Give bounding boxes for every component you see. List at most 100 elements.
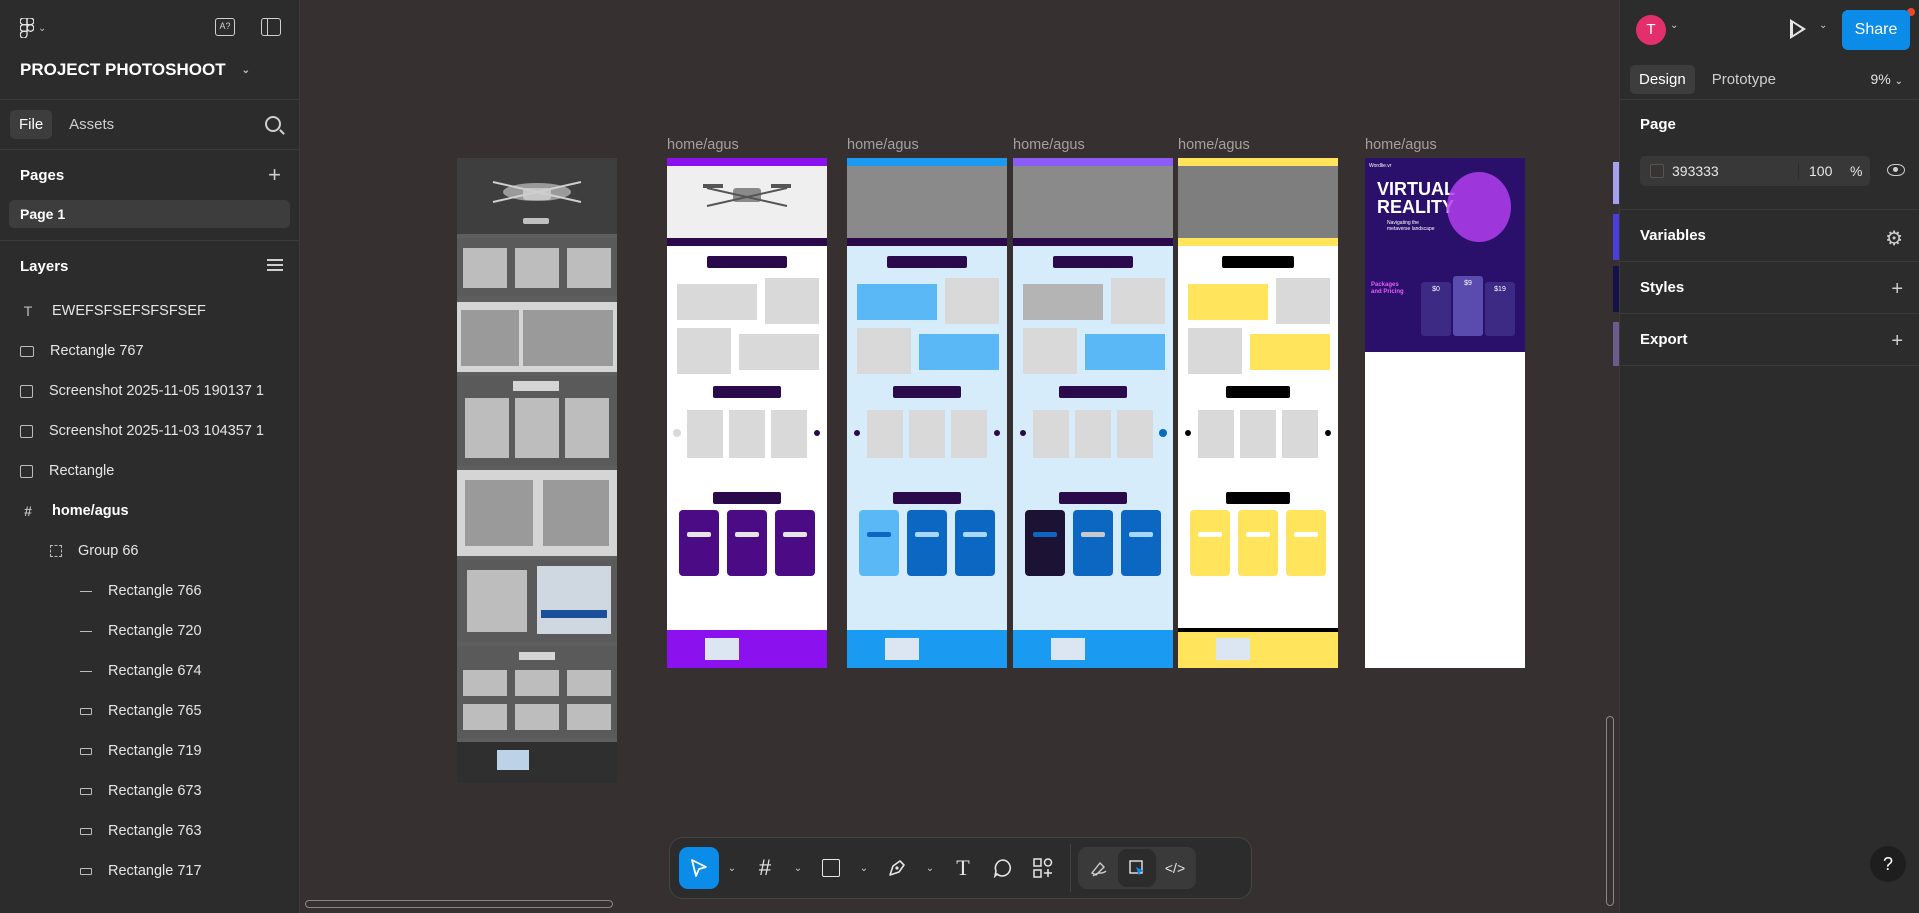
layer-item[interactable]: Rectangle 766 bbox=[0, 571, 299, 611]
layer-item[interactable]: Rectangle 763 bbox=[0, 811, 299, 851]
avatar[interactable]: T bbox=[1636, 15, 1666, 45]
layer-item[interactable]: Rectangle 767 bbox=[0, 331, 299, 371]
design-mode-button[interactable] bbox=[1118, 849, 1156, 887]
text-icon: T bbox=[956, 855, 970, 880]
project-name-button[interactable]: PROJECT PHOTOSHOOT ⌄ bbox=[20, 60, 250, 80]
percent-sign: % bbox=[1850, 163, 1863, 179]
sliders-icon[interactable]: ⚙ bbox=[1885, 226, 1903, 251]
chevron-down-icon[interactable]: ⌄ bbox=[785, 863, 811, 874]
present-icon[interactable] bbox=[1790, 19, 1806, 39]
page-section: Page 393333 100 % bbox=[1620, 100, 1919, 210]
wireframe-frame[interactable] bbox=[457, 158, 617, 783]
text-icon: T bbox=[23, 303, 33, 319]
variables-section[interactable]: Variables ⚙ bbox=[1620, 210, 1919, 262]
chevron-down-icon[interactable]: ⌄ bbox=[851, 863, 877, 874]
chevron-down-icon[interactable]: ⌄ bbox=[1670, 20, 1678, 31]
chevron-down-icon: ⌄ bbox=[241, 64, 250, 76]
layer-item[interactable]: Rectangle 719 bbox=[0, 731, 299, 771]
styles-section[interactable]: Styles + bbox=[1620, 262, 1919, 314]
page-section-title: Page bbox=[1640, 116, 1676, 133]
page-color-hex[interactable]: 393333 bbox=[1672, 163, 1719, 179]
tab-prototype[interactable]: Prototype bbox=[1703, 65, 1785, 94]
sidebar-toggle-icon[interactable] bbox=[261, 18, 281, 36]
frame-tool-button[interactable]: # bbox=[745, 847, 785, 889]
layer-label: Rectangle 767 bbox=[50, 343, 144, 359]
move-tool-button[interactable] bbox=[679, 847, 719, 889]
help-button[interactable]: ? bbox=[1870, 846, 1906, 882]
drone-image bbox=[492, 181, 582, 203]
frame-label[interactable]: home/agus bbox=[1013, 137, 1085, 153]
layer-item[interactable]: Screenshot 2025-11-03 104357 1 bbox=[0, 411, 299, 451]
rectangle-icon bbox=[80, 867, 92, 875]
purple-frame[interactable] bbox=[667, 158, 827, 668]
left-panel-tabs: File Assets bbox=[0, 100, 299, 150]
violet-frame[interactable] bbox=[1013, 158, 1173, 668]
pen-tool-button[interactable] bbox=[877, 847, 917, 889]
page-color-field[interactable]: 393333 100 % bbox=[1640, 156, 1870, 186]
layer-label: Rectangle 765 bbox=[108, 703, 202, 719]
frame-label[interactable]: home/agus bbox=[1365, 137, 1437, 153]
shape-tool-button[interactable] bbox=[811, 847, 851, 889]
rectangle-icon bbox=[80, 707, 92, 715]
layer-item[interactable]: Rectangle 765 bbox=[0, 691, 299, 731]
layer-label: Rectangle bbox=[49, 463, 115, 479]
layer-label: Rectangle 717 bbox=[108, 863, 202, 879]
left-panel: ⌄ A? PROJECT PHOTOSHOOT ⌄ File Assets Pa… bbox=[0, 0, 300, 913]
layer-item[interactable]: # home/agus bbox=[0, 491, 299, 531]
search-icon[interactable] bbox=[265, 116, 281, 132]
rectangle-icon bbox=[80, 827, 92, 835]
text-tool-button[interactable]: T bbox=[943, 847, 983, 889]
dev-mode-button[interactable]: </> bbox=[1156, 849, 1194, 887]
vr-frame[interactable]: Wordlie.vr VIRTUAL REALITY Navigating th… bbox=[1365, 158, 1525, 668]
add-page-icon[interactable]: + bbox=[268, 164, 281, 186]
layer-item[interactable]: Group 66 bbox=[0, 531, 299, 571]
blue-frame[interactable] bbox=[847, 158, 1007, 668]
eye-icon[interactable] bbox=[1887, 164, 1905, 176]
vertical-scrollbar[interactable] bbox=[1606, 716, 1614, 906]
tab-design[interactable]: Design bbox=[1630, 65, 1695, 94]
layers-list-icon[interactable] bbox=[267, 259, 283, 271]
chevron-down-icon[interactable]: ⌄ bbox=[1819, 20, 1827, 31]
tab-file[interactable]: File bbox=[10, 110, 53, 139]
apps-icon bbox=[1033, 858, 1053, 878]
main-menu-button[interactable]: ⌄ bbox=[20, 18, 46, 38]
yellow-frame[interactable] bbox=[1178, 158, 1338, 668]
frame-label[interactable]: home/agus bbox=[847, 137, 919, 153]
share-button[interactable]: Share bbox=[1842, 10, 1910, 50]
page-opacity[interactable]: 100 bbox=[1798, 163, 1832, 179]
add-style-icon[interactable]: + bbox=[1891, 278, 1903, 301]
chevron-down-icon[interactable]: ⌄ bbox=[917, 863, 943, 874]
vr-price: $0 bbox=[1432, 286, 1440, 293]
zoom-dropdown[interactable]: 9% ⌄ bbox=[1870, 71, 1903, 87]
export-section[interactable]: Export + bbox=[1620, 314, 1919, 366]
right-panel-header: T ⌄ ⌄ Share bbox=[1620, 0, 1919, 60]
frame-icon: # bbox=[24, 503, 32, 519]
comment-tool-button[interactable] bbox=[983, 847, 1023, 889]
actions-button[interactable] bbox=[1023, 847, 1063, 889]
layer-item[interactable]: Rectangle 673 bbox=[0, 771, 299, 811]
rectangle-icon bbox=[20, 345, 34, 357]
chevron-down-icon: ⌄ bbox=[38, 22, 47, 34]
chevron-down-icon: ⌄ bbox=[1894, 76, 1903, 87]
draw-mode-button[interactable] bbox=[1080, 849, 1118, 887]
horizontal-scrollbar[interactable] bbox=[305, 900, 613, 908]
page-item[interactable]: Page 1 bbox=[9, 200, 290, 228]
frame-label[interactable]: home/agus bbox=[667, 137, 739, 153]
tab-assets[interactable]: Assets bbox=[60, 110, 123, 139]
layer-item[interactable]: Rectangle 720 bbox=[0, 611, 299, 651]
frame-label[interactable]: home/agus bbox=[1178, 137, 1250, 153]
design-canvas[interactable]: home/agus home/agus home/agus home/agus … bbox=[300, 0, 1620, 913]
rectangle-icon bbox=[80, 747, 92, 755]
layer-item[interactable]: Rectangle 717 bbox=[0, 851, 299, 891]
layer-item[interactable]: Rectangle 674 bbox=[0, 651, 299, 691]
add-export-icon[interactable]: + bbox=[1891, 330, 1903, 353]
chevron-down-icon[interactable]: ⌄ bbox=[719, 863, 745, 874]
layer-item[interactable]: Screenshot 2025-11-05 190137 1 bbox=[0, 371, 299, 411]
layer-item[interactable]: Rectangle bbox=[0, 451, 299, 491]
color-swatch[interactable] bbox=[1650, 164, 1664, 178]
layer-label: EWEFSFSEFSFSFSEF bbox=[52, 303, 206, 319]
rectangle-icon bbox=[80, 787, 92, 795]
layer-item[interactable]: T EWEFSFSEFSFSFSEF bbox=[0, 291, 299, 331]
font-icon[interactable]: A? bbox=[215, 18, 235, 36]
group-icon bbox=[50, 545, 62, 557]
